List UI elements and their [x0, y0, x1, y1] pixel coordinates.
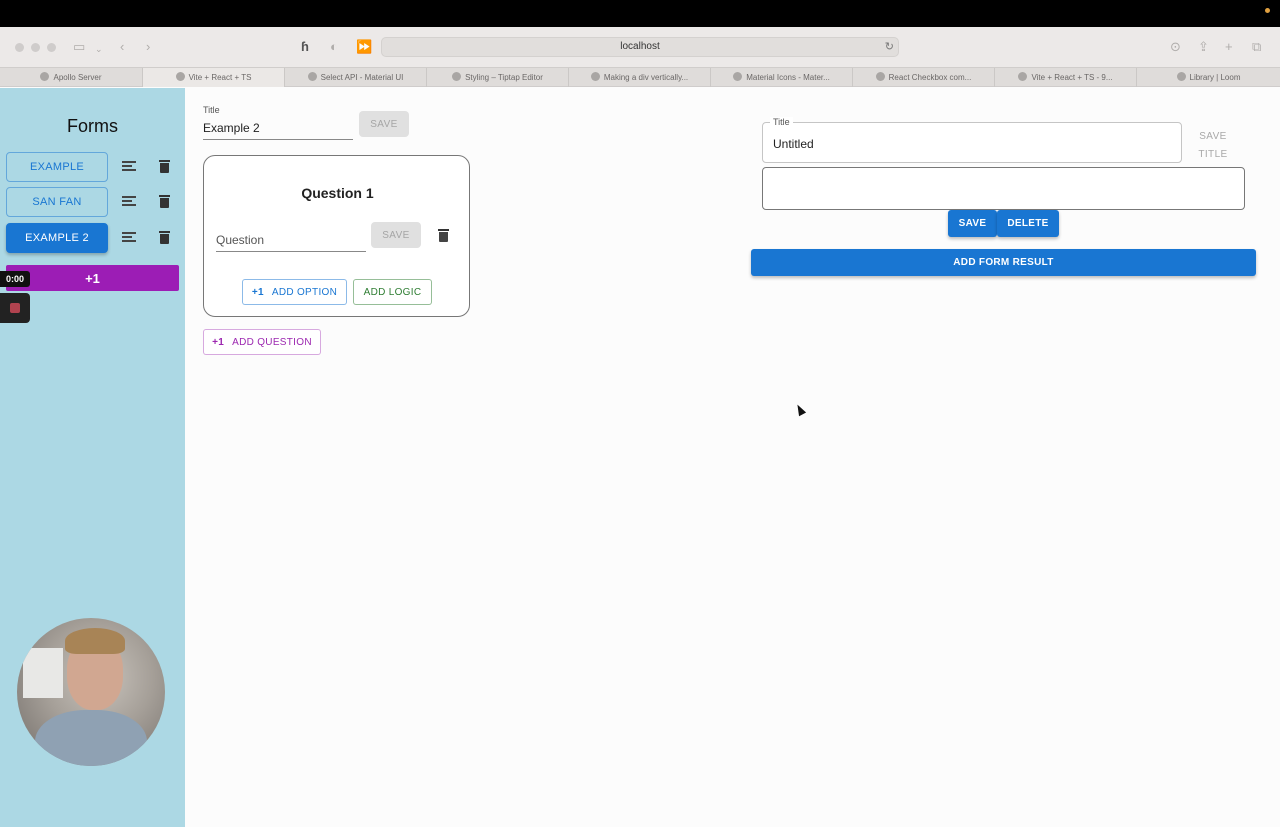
tab-loom-library[interactable]: Library | Loom — [1137, 68, 1280, 87]
recording-timer: 0:00 — [0, 271, 30, 287]
address-bar[interactable]: localhost ↻ — [381, 37, 899, 57]
stop-recording-button[interactable] — [0, 293, 30, 323]
chevron-down-icon[interactable]: ⌄ — [95, 41, 103, 57]
edit-lines-icon[interactable] — [122, 196, 136, 208]
extension-icon[interactable]: ɦ — [301, 39, 309, 55]
delete-question-icon[interactable] — [438, 229, 449, 242]
tab-overview-icon[interactable]: ⧉ — [1252, 39, 1261, 55]
title-field-label: Title — [203, 105, 220, 115]
add-logic-button[interactable]: ADD LOGIC — [353, 279, 432, 305]
delete-icon[interactable] — [159, 231, 170, 244]
tab-vite-react-2[interactable]: Vite + React + TS - 9... — [995, 68, 1137, 87]
plus-one-icon: +1 — [212, 336, 225, 348]
save-question-button[interactable]: SAVE — [371, 222, 421, 248]
tab-favicon-icon — [307, 72, 317, 81]
fast-forward-icon[interactable]: ⏩ — [356, 39, 372, 55]
tab-select-api[interactable]: Select API - Material UI — [285, 68, 427, 87]
minimize-window-icon[interactable] — [31, 43, 40, 52]
tab-favicon-icon — [452, 72, 462, 81]
tab-react-checkbox[interactable]: React Checkbox com... — [853, 68, 995, 87]
question-card: Question 1 Question SAVE +1 ADD OPTION A… — [203, 155, 470, 317]
reload-icon[interactable]: ↻ — [885, 40, 894, 53]
tab-favicon-icon — [1018, 72, 1028, 81]
share-icon[interactable]: ⇪ — [1198, 39, 1209, 55]
stop-icon — [10, 303, 20, 313]
zoom-window-icon[interactable] — [47, 43, 56, 52]
tab-apollo-server[interactable]: Apollo Server — [0, 68, 143, 87]
close-window-icon[interactable] — [15, 43, 24, 52]
sidebar-title: Forms — [67, 116, 118, 136]
tab-favicon-icon — [875, 72, 885, 81]
title-input[interactable]: Example 2 — [203, 121, 353, 140]
forward-icon[interactable]: › — [146, 39, 150, 55]
save-result-title-button[interactable]: SAVE TITLE — [1192, 128, 1234, 164]
url-text: localhost — [620, 41, 660, 52]
shield-icon[interactable]: ◐ — [330, 39, 338, 55]
new-tab-icon[interactable]: + — [1225, 39, 1233, 55]
question-input[interactable]: Question — [216, 233, 366, 252]
delete-icon[interactable] — [159, 160, 170, 173]
sidebar-toggle-icon[interactable]: ▭ — [73, 39, 85, 55]
tab-div-vertically[interactable]: Making a div vertically... — [569, 68, 711, 87]
edit-lines-icon[interactable] — [122, 161, 136, 173]
system-menu-bar — [0, 0, 1280, 27]
question-heading: Question 1 — [301, 185, 374, 201]
add-option-button[interactable]: +1 ADD OPTION — [242, 279, 347, 305]
save-result-button[interactable]: SAVE — [948, 210, 997, 237]
tab-favicon-icon — [590, 72, 600, 81]
webcam-bubble[interactable] — [17, 618, 165, 766]
result-text-area[interactable] — [762, 167, 1245, 210]
back-icon[interactable]: ‹ — [120, 39, 124, 55]
tab-favicon-icon — [733, 72, 743, 81]
tab-favicon-icon — [175, 72, 185, 81]
delete-icon[interactable] — [159, 195, 170, 208]
result-title-field[interactable]: Title Untitled — [762, 117, 1182, 163]
delete-result-button[interactable]: DELETE — [997, 210, 1059, 237]
mouse-cursor-icon — [793, 402, 807, 417]
result-title-label: Title — [770, 117, 793, 127]
tab-favicon-icon — [1176, 72, 1186, 81]
tab-material-icons[interactable]: Material Icons - Mater... — [711, 68, 853, 87]
edit-lines-icon[interactable] — [122, 232, 136, 244]
plus-one-icon: +1 — [251, 286, 264, 298]
forms-sidebar: Forms EXAMPLE SAN FAN EXAMPLE 2 +1 0:00 — [0, 88, 185, 827]
add-form-result-button[interactable]: ADD FORM RESULT — [751, 249, 1256, 276]
form-button-san-fan[interactable]: SAN FAN — [6, 187, 108, 217]
tab-vite-react[interactable]: Vite + React + TS — [143, 68, 285, 87]
form-button-example-2[interactable]: EXAMPLE 2 — [6, 223, 108, 253]
form-button-example[interactable]: EXAMPLE — [6, 152, 108, 182]
add-form-button[interactable]: +1 — [6, 265, 179, 291]
save-title-button[interactable]: SAVE — [359, 111, 409, 137]
recording-indicator-icon — [1265, 8, 1270, 13]
result-title-value: Untitled — [773, 137, 814, 151]
add-question-button[interactable]: +1 ADD QUESTION — [203, 329, 321, 355]
tab-bar: Apollo Server Vite + React + TS Select A… — [0, 67, 1280, 87]
download-icon[interactable]: ⊙ — [1170, 39, 1181, 55]
browser-toolbar: ▭ ⌄ ‹ › ɦ ◐ ⏩ localhost ↻ ⊙ ⇪ + ⧉ — [0, 27, 1280, 67]
tab-tiptap-styling[interactable]: Styling – Tiptap Editor — [427, 68, 569, 87]
tab-favicon-icon — [40, 72, 50, 81]
